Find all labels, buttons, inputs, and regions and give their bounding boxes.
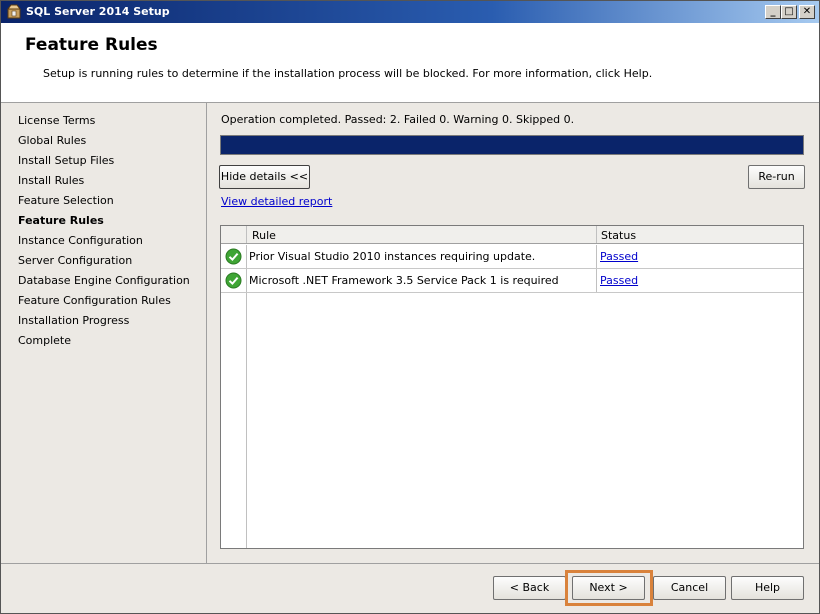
- sql-setup-box-icon: [7, 4, 21, 19]
- column-header-status[interactable]: Status: [601, 229, 636, 242]
- sidebar-item-install-setup-files: Install Setup Files: [18, 154, 115, 167]
- rule-name: Microsoft .NET Framework 3.5 Service Pac…: [249, 274, 559, 287]
- back-button[interactable]: < Back: [493, 576, 566, 600]
- status-link[interactable]: Passed: [600, 274, 638, 287]
- sidebar-item-license-terms: License Terms: [18, 114, 96, 127]
- check-circle-icon: [225, 272, 242, 289]
- page-title: Feature Rules: [25, 35, 158, 55]
- sidebar-item-feature-selection: Feature Selection: [18, 194, 114, 207]
- column-header-rule[interactable]: Rule: [252, 229, 276, 242]
- close-button[interactable]: ✕: [799, 5, 815, 19]
- operation-status: Operation completed. Passed: 2. Failed 0…: [221, 113, 575, 126]
- column-divider: [596, 245, 597, 268]
- window-title: SQL Server 2014 Setup: [26, 5, 170, 18]
- table-row[interactable]: Microsoft .NET Framework 3.5 Service Pac…: [221, 269, 803, 293]
- help-button[interactable]: Help: [731, 576, 804, 600]
- rule-name: Prior Visual Studio 2010 instances requi…: [249, 250, 536, 263]
- hide-details-button[interactable]: Hide details <<: [219, 165, 310, 189]
- progress-fill: [221, 136, 803, 154]
- cancel-button[interactable]: Cancel: [653, 576, 726, 600]
- grid-header: Rule Status: [221, 226, 803, 244]
- sidebar-item-install-rules: Install Rules: [18, 174, 85, 187]
- sidebar-item-feature-configuration-rules: Feature Configuration Rules: [18, 294, 171, 307]
- footer-bar: < Back Next > Cancel Help: [1, 563, 819, 613]
- sidebar-item-global-rules: Global Rules: [18, 134, 87, 147]
- next-button[interactable]: Next >: [572, 576, 645, 600]
- column-divider: [246, 226, 247, 243]
- page-header: Feature Rules Setup is running rules to …: [1, 23, 819, 103]
- check-circle-icon: [225, 248, 242, 265]
- table-row[interactable]: Prior Visual Studio 2010 instances requi…: [221, 245, 803, 269]
- sidebar-item-instance-configuration: Instance Configuration: [18, 234, 143, 247]
- status-link[interactable]: Passed: [600, 250, 638, 263]
- column-divider: [246, 245, 247, 268]
- column-divider: [246, 269, 247, 292]
- column-divider: [596, 226, 597, 243]
- sidebar-item-server-configuration: Server Configuration: [18, 254, 133, 267]
- main-panel: Operation completed. Passed: 2. Failed 0…: [208, 103, 819, 563]
- maximize-button[interactable]: □: [781, 5, 797, 19]
- rerun-button[interactable]: Re-run: [748, 165, 805, 189]
- sidebar-item-installation-progress: Installation Progress: [18, 314, 130, 327]
- setup-window: SQL Server 2014 Setup _ □ ✕ Feature Rule…: [0, 0, 820, 614]
- title-bar[interactable]: SQL Server 2014 Setup _ □ ✕: [1, 1, 819, 23]
- column-divider: [596, 269, 597, 292]
- minimize-button[interactable]: _: [765, 5, 781, 19]
- rules-grid: Rule Status Prior Visual Studio 2010 ins…: [220, 225, 804, 549]
- page-description: Setup is running rules to determine if t…: [43, 67, 653, 80]
- sidebar-item-database-engine-configuration: Database Engine Configuration: [18, 274, 190, 287]
- sidebar-item-feature-rules: Feature Rules: [18, 214, 104, 227]
- progress-bar: [220, 135, 804, 155]
- view-detailed-report-link[interactable]: View detailed report: [221, 195, 332, 208]
- column-divider: [246, 293, 247, 548]
- sidebar: License Terms Global Rules Install Setup…: [1, 103, 207, 563]
- sidebar-item-complete: Complete: [18, 334, 72, 347]
